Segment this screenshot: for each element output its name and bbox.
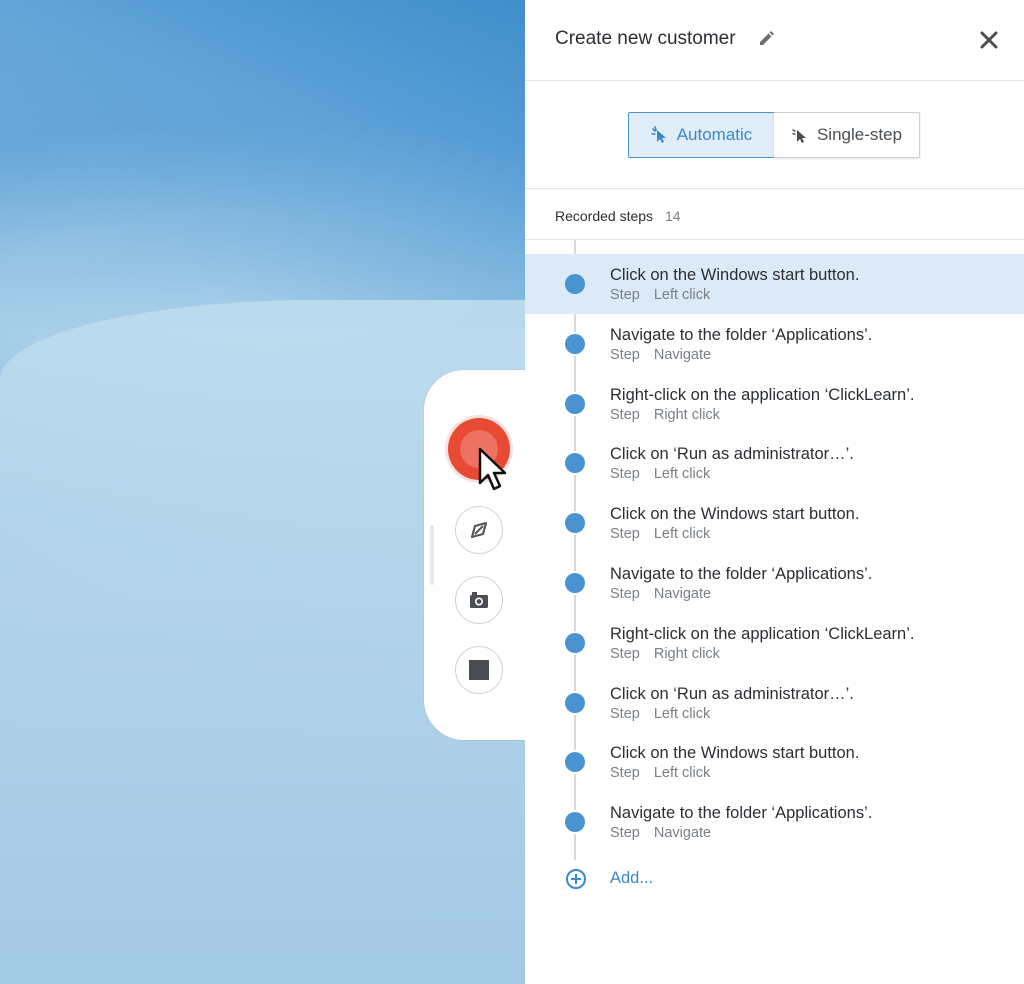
step-kind: Step <box>610 407 640 423</box>
step-action-type: Navigate <box>653 347 712 363</box>
step-action-type: Navigate <box>653 825 712 841</box>
step-kind: Step <box>610 586 640 602</box>
step-title: Navigate to the folder ‘Applications’. <box>610 565 873 583</box>
recorded-steps-label: Recorded steps <box>555 208 654 224</box>
step-kind: Step <box>610 526 640 542</box>
toolbar-drag-handle[interactable] <box>430 525 434 585</box>
step-action-type: Left click <box>653 765 711 781</box>
magic-cursor-icon <box>650 126 666 143</box>
screenshot-button[interactable] <box>455 576 503 624</box>
step-meta: Step Navigate <box>610 586 711 602</box>
step-title: Right-click on the application ‘ClickLea… <box>610 625 915 643</box>
step-meta: Step Right click <box>610 407 720 423</box>
stop-icon <box>469 660 489 680</box>
step-row[interactable]: Click on the Windows start button. Step Le… <box>525 732 1024 792</box>
navigate-button[interactable] <box>455 506 503 554</box>
step-row[interactable]: Click on ‘Run as administrator…’. Step Lef… <box>525 673 1024 733</box>
pencil-icon[interactable] <box>757 30 775 48</box>
camera-icon <box>470 592 488 608</box>
recording-panel: Create new customer Automatic Single-ste… <box>525 0 1024 984</box>
step-kind: Step <box>610 347 640 363</box>
step-action-type: Navigate <box>653 586 712 602</box>
step-kind: Step <box>610 825 640 841</box>
step-action-type: Right click <box>653 646 720 662</box>
add-step-button[interactable]: Add... <box>525 862 1024 898</box>
step-meta: Step Left click <box>610 287 710 303</box>
automatic-mode-button[interactable]: Automatic <box>628 112 775 158</box>
step-dot-icon <box>565 693 585 713</box>
steps-list[interactable]: Click on the Windows start button. Step Le… <box>525 240 1024 860</box>
step-action-type: Left click <box>653 466 711 482</box>
mouse-cursor-icon <box>478 447 507 491</box>
step-title: Right-click on the application ‘ClickLea… <box>610 386 915 404</box>
step-title: Navigate to the folder ‘Applications’. <box>610 326 873 344</box>
step-title: Click on ‘Run as administrator…’. <box>610 445 854 463</box>
automatic-mode-label: Automatic <box>676 125 753 144</box>
step-dot-icon <box>565 274 585 294</box>
step-kind: Step <box>610 466 640 482</box>
step-meta: Step Right click <box>610 646 720 662</box>
step-dot-icon <box>565 334 585 354</box>
step-row[interactable]: Click on ‘Run as administrator…’. Step Lef… <box>525 433 1024 493</box>
single-step-mode-button[interactable]: Single-step <box>774 112 920 158</box>
step-dot-icon <box>565 812 585 832</box>
step-row[interactable]: Right-click on the application ‘ClickLea… <box>525 374 1024 434</box>
step-dot-icon <box>565 513 585 533</box>
step-row[interactable]: Navigate to the folder ‘Applications’. St… <box>525 314 1024 374</box>
add-step-label: Add... <box>610 869 654 887</box>
step-dot-icon <box>565 453 585 473</box>
mode-toggle-group: Automatic Single-step <box>525 81 1024 189</box>
step-meta: Step Navigate <box>610 347 711 363</box>
step-dot-icon <box>565 394 585 414</box>
step-row[interactable]: Navigate to the folder ‘Applications’. St… <box>525 553 1024 613</box>
plus-circle-icon <box>566 869 586 889</box>
step-row[interactable]: Navigate to the folder ‘Applications’. St… <box>525 792 1024 852</box>
step-dot-icon <box>565 633 585 653</box>
step-title: Click on ‘Run as administrator…’. <box>610 685 854 703</box>
close-icon[interactable] <box>977 28 1001 52</box>
step-kind: Step <box>610 646 640 662</box>
stop-button[interactable] <box>455 646 503 694</box>
compass-icon <box>470 521 488 539</box>
step-meta: Step Navigate <box>610 825 711 841</box>
step-meta: Step Left click <box>610 706 710 722</box>
step-row[interactable]: Right-click on the application ‘ClickLea… <box>525 613 1024 673</box>
step-action-type: Left click <box>653 526 711 542</box>
page-title: Create new customer <box>555 28 736 49</box>
step-title: Click on the Windows start button. <box>610 266 860 284</box>
step-title: Navigate to the folder ‘Applications’. <box>610 804 873 822</box>
step-row[interactable]: Click on the Windows start button. Step Le… <box>525 493 1024 553</box>
step-meta: Step Left click <box>610 526 710 542</box>
step-dot-icon <box>565 752 585 772</box>
recorded-steps-header: Recorded steps 14 <box>525 189 1024 240</box>
step-row[interactable]: Click on the Windows start button. Step Le… <box>525 254 1024 314</box>
step-title: Click on the Windows start button. <box>610 744 860 762</box>
step-kind: Step <box>610 287 640 303</box>
step-dot-icon <box>565 573 585 593</box>
step-action-type: Left click <box>653 287 711 303</box>
step-meta: Step Left click <box>610 466 710 482</box>
step-meta: Step Left click <box>610 765 710 781</box>
step-title: Click on the Windows start button. <box>610 505 860 523</box>
panel-header: Create new customer <box>525 0 1024 81</box>
step-kind: Step <box>610 706 640 722</box>
recorded-steps-count: 14 <box>665 208 681 224</box>
step-kind: Step <box>610 765 640 781</box>
step-action-type: Left click <box>653 706 711 722</box>
step-action-type: Right click <box>653 407 720 423</box>
single-step-mode-label: Single-step <box>816 125 903 144</box>
recorder-toolbar <box>424 370 534 740</box>
cursor-click-icon <box>792 129 806 143</box>
